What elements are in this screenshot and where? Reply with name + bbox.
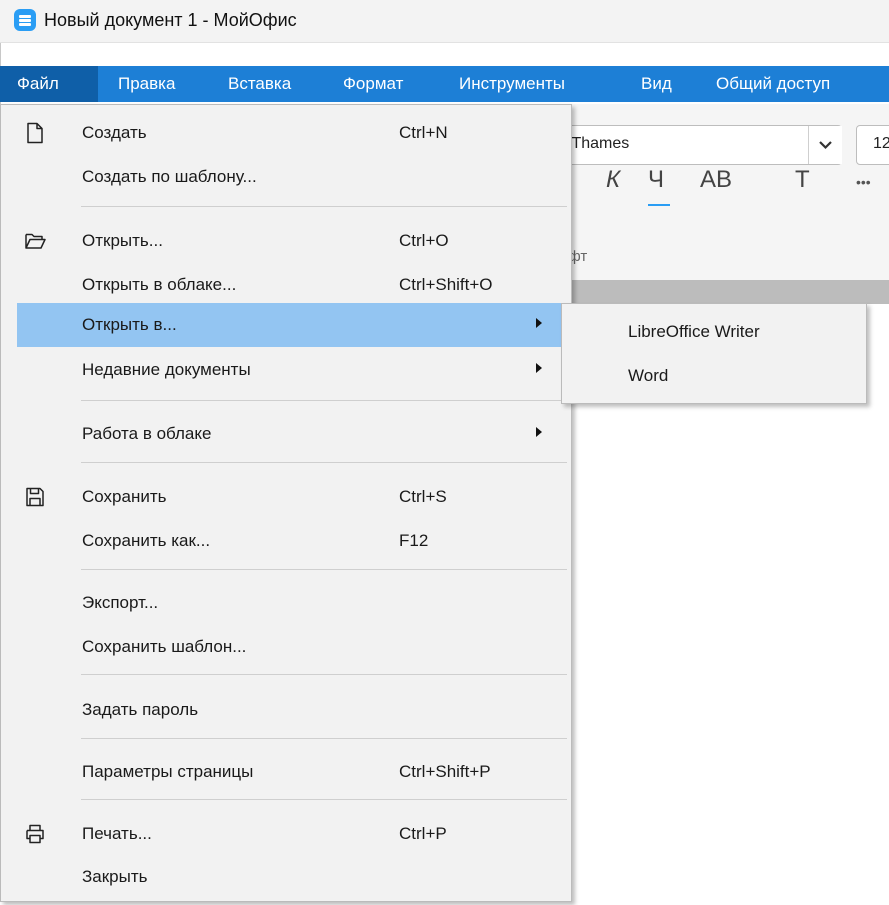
- new-document-icon: [27, 122, 43, 144]
- menu-item-save-template[interactable]: Сохранить шаблон...: [17, 625, 572, 669]
- menu-separator: [81, 674, 567, 675]
- strikethrough-button[interactable]: Т: [795, 166, 810, 194]
- menu-item-label: Открыть в облаке...: [82, 275, 237, 294]
- menu-item-shortcut: Ctrl+S: [399, 487, 447, 506]
- submenu-item-word[interactable]: Word: [628, 354, 668, 398]
- submenu-arrow-icon: [536, 318, 542, 328]
- menu-item-close[interactable]: Закрыть: [17, 855, 572, 899]
- myoffice-text-icon: [14, 9, 36, 31]
- open-folder-icon: [25, 233, 46, 249]
- menu-item-shortcut: Ctrl+Shift+P: [399, 762, 491, 781]
- menu-item-shortcut: Ctrl+P: [399, 824, 447, 843]
- menu-item-label: Печать...: [82, 824, 152, 843]
- menu-separator: [81, 569, 567, 570]
- menu-insert[interactable]: Вставка: [228, 66, 291, 102]
- menu-item-label: Создать по шаблону...: [82, 167, 257, 186]
- menu-item-shortcut: Ctrl+O: [399, 231, 449, 250]
- menu-item-label: Параметры страницы: [82, 762, 254, 781]
- menu-separator: [81, 400, 567, 401]
- chevron-down-icon: [819, 141, 832, 150]
- menu-tools[interactable]: Инструменты: [459, 66, 565, 102]
- more-icon[interactable]: •••: [856, 174, 871, 190]
- menu-item-save-as[interactable]: Сохранить как... F12: [17, 519, 572, 563]
- menu-item-set-password[interactable]: Задать пароль: [17, 688, 572, 732]
- menu-view[interactable]: Вид: [641, 66, 672, 102]
- font-dropdown-button[interactable]: [808, 126, 842, 164]
- menu-item-label: Экспорт...: [82, 593, 159, 612]
- menu-item-label: Задать пароль: [82, 700, 199, 719]
- menu-bar: Файл Правка Вставка Формат Инструменты В…: [0, 66, 889, 102]
- menu-item-page-setup[interactable]: Параметры страницы Ctrl+Shift+P: [17, 750, 572, 794]
- menu-item-new[interactable]: Создать Ctrl+N: [17, 111, 572, 155]
- caps-button[interactable]: АВ: [700, 166, 732, 194]
- menu-item-label: Недавние документы: [82, 360, 251, 379]
- menu-item-label: Сохранить: [82, 487, 167, 506]
- submenu-arrow-icon: [536, 363, 542, 373]
- save-icon: [26, 487, 44, 507]
- underline-indicator: [648, 204, 670, 206]
- menu-item-label: Открыть...: [82, 231, 163, 250]
- menu-item-shortcut: Ctrl+N: [399, 123, 448, 142]
- menu-separator: [81, 738, 567, 739]
- menu-item-shortcut: F12: [399, 531, 429, 550]
- print-icon: [26, 824, 44, 844]
- menu-separator: [81, 799, 567, 800]
- title-bar: Новый документ 1 - МойОфис: [0, 0, 889, 43]
- menu-item-label: Создать: [82, 123, 147, 142]
- submenu-arrow-icon: [536, 427, 542, 437]
- underline-button[interactable]: Ч: [648, 166, 664, 194]
- menu-separator: [81, 206, 567, 207]
- menu-item-new-from-template[interactable]: Создать по шаблону...: [17, 155, 572, 199]
- menu-item-cloud-work[interactable]: Работа в облаке: [17, 412, 572, 456]
- menu-edit[interactable]: Правка: [118, 66, 175, 102]
- menu-item-open-cloud[interactable]: Открыть в облаке... Ctrl+Shift+O: [17, 263, 572, 307]
- menu-item-label: Работа в облаке: [82, 424, 212, 443]
- menu-file[interactable]: Файл: [0, 66, 98, 102]
- font-family-value: ) Thames: [562, 135, 630, 152]
- menu-item-label: Закрыть: [82, 867, 148, 886]
- menu-item-save[interactable]: Сохранить Ctrl+S: [17, 475, 572, 519]
- menu-item-shortcut: Ctrl+Shift+O: [399, 275, 493, 294]
- menu-item-export[interactable]: Экспорт...: [17, 581, 572, 625]
- open-in-submenu: LibreOffice Writer Word: [561, 303, 867, 404]
- italic-button[interactable]: К: [606, 166, 620, 194]
- submenu-item-libreoffice[interactable]: LibreOffice Writer: [628, 310, 760, 354]
- menu-separator: [81, 462, 567, 463]
- menu-item-open[interactable]: Открыть... Ctrl+O: [17, 219, 572, 263]
- menu-item-open-in[interactable]: Открыть в...: [17, 303, 572, 347]
- menu-item-label: Сохранить шаблон...: [82, 637, 247, 656]
- menu-item-label: Открыть в...: [82, 315, 177, 334]
- menu-sharing[interactable]: Общий доступ: [716, 66, 830, 102]
- font-size-value: 12: [873, 135, 889, 152]
- window-title: Новый документ 1 - МойОфис: [44, 10, 297, 30]
- menu-item-label: Сохранить как...: [82, 531, 211, 550]
- file-menu: Создать Ctrl+N Создать по шаблону... Отк…: [0, 104, 572, 902]
- menu-item-recent[interactable]: Недавние документы: [17, 348, 572, 392]
- menu-item-print[interactable]: Печать... Ctrl+P: [17, 812, 572, 856]
- menu-format[interactable]: Формат: [343, 66, 403, 102]
